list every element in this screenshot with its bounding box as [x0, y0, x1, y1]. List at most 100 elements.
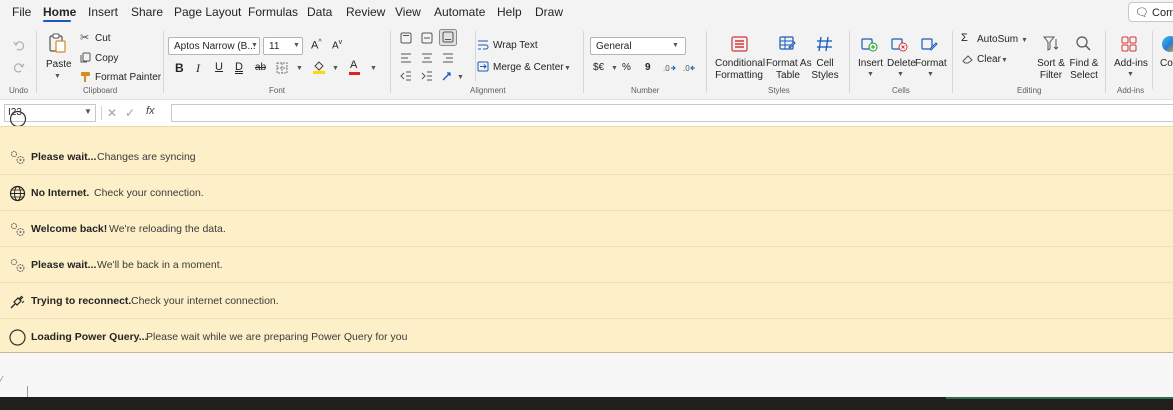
number-format-value: General: [596, 41, 632, 52]
font-color-icon[interactable]: A: [350, 59, 357, 71]
wrap-text-icon: [478, 40, 489, 50]
undo-group: Undo: [0, 25, 36, 100]
decrease-decimal-icon[interactable]: .0: [683, 62, 696, 73]
tab-data[interactable]: Data: [307, 5, 332, 19]
chevron-down-icon[interactable]: ▼: [332, 65, 339, 72]
format-cells-button[interactable]: Format: [915, 58, 947, 69]
format-as-table-button[interactable]: Format As Table: [766, 58, 812, 82]
delete-cells-button[interactable]: Delete: [887, 58, 916, 69]
tab-review[interactable]: Review: [346, 5, 385, 19]
increase-indent-icon[interactable]: [421, 71, 433, 81]
notification-title: Please wait...: [31, 259, 97, 271]
addins-button[interactable]: Add-ins: [1114, 58, 1148, 69]
conditional-formatting-icon: [731, 36, 748, 52]
chevron-down-icon[interactable]: ▼: [564, 65, 571, 72]
insert-function-icon[interactable]: fx: [146, 105, 155, 117]
sigma-icon: Σ: [961, 32, 968, 44]
copy-button[interactable]: Copy: [95, 53, 118, 64]
italic-button[interactable]: I: [196, 61, 200, 76]
chevron-down-icon[interactable]: ▼: [867, 71, 874, 78]
wrap-text-button[interactable]: Wrap Text: [493, 40, 538, 51]
spreadsheet-area[interactable]: [0, 353, 1173, 397]
increase-decimal-icon[interactable]: .0: [663, 62, 676, 73]
decrease-font-size-icon[interactable]: Av: [332, 39, 342, 51]
comments-button[interactable]: 🗨 Comments: [1128, 2, 1173, 22]
tab-automate[interactable]: Automate: [434, 5, 485, 19]
currency-button[interactable]: $€: [593, 62, 604, 73]
increase-font-size-icon[interactable]: A^: [311, 39, 322, 52]
clipboard-group: Paste ▼ ✂ Cut Copy Format Painter Clipbo…: [37, 25, 163, 100]
conditional-formatting-button[interactable]: Conditional Formatting: [715, 58, 765, 82]
percent-button[interactable]: %: [622, 62, 631, 73]
chevron-down-icon[interactable]: ▼: [370, 65, 377, 72]
formula-divider: [101, 106, 102, 120]
notification-row: Welcome back! We're reloading the data.: [0, 211, 1173, 247]
chevron-down-icon[interactable]: ▼: [296, 65, 303, 72]
strikethrough-button[interactable]: ab: [255, 62, 266, 73]
paste-icon[interactable]: [48, 33, 66, 53]
cut-button[interactable]: Cut: [95, 33, 111, 44]
fill-color-icon[interactable]: [312, 60, 326, 74]
tab-view[interactable]: View: [395, 5, 421, 19]
copilot-button[interactable]: Co: [1160, 58, 1173, 69]
borders-icon[interactable]: [276, 62, 288, 74]
underline-button[interactable]: U: [215, 61, 223, 73]
orientation-icon[interactable]: [441, 70, 453, 82]
chevron-down-icon[interactable]: ▼: [1021, 37, 1028, 44]
chevron-down-icon[interactable]: ▼: [1001, 57, 1008, 64]
redo-icon[interactable]: [13, 61, 25, 73]
clear-button[interactable]: Clear: [977, 54, 1001, 65]
chevron-down-icon[interactable]: ▼: [897, 71, 904, 78]
chevron-down-icon: ▼: [293, 42, 300, 49]
tab-home[interactable]: Home: [43, 5, 76, 19]
paste-dropdown-icon[interactable]: ▼: [54, 73, 61, 80]
tab-page-layout[interactable]: Page Layout: [174, 5, 241, 19]
align-top-icon[interactable]: [400, 32, 412, 44]
cell-styles-button[interactable]: Cell Styles: [808, 58, 842, 82]
sort-filter-button[interactable]: Sort & Filter: [1036, 58, 1066, 82]
font-group: Aptos Narrow (B... ▼ 11 ▼ A^ Av B I U D …: [164, 25, 390, 100]
chevron-down-icon: ▼: [672, 42, 679, 49]
copilot-icon[interactable]: [1162, 36, 1173, 52]
undo-icon[interactable]: [13, 39, 25, 51]
double-underline-button[interactable]: D: [235, 61, 243, 73]
chevron-down-icon[interactable]: ▼: [927, 71, 934, 78]
sort-filter-label-2: Filter: [1039, 70, 1063, 81]
paste-button[interactable]: Paste: [46, 59, 72, 70]
merge-center-button[interactable]: Merge & Center: [493, 62, 564, 73]
chevron-down-icon[interactable]: ▼: [611, 65, 618, 72]
chevron-down-icon[interactable]: ▼: [457, 74, 464, 81]
sort-filter-icon: [1042, 36, 1059, 51]
svg-text:.0: .0: [663, 64, 670, 73]
column-divider: [27, 386, 28, 397]
copy-icon: [80, 52, 91, 63]
notification-message: Please wait while we are preparing Power…: [146, 331, 408, 343]
tab-share[interactable]: Share: [131, 5, 163, 19]
tab-help[interactable]: Help: [497, 5, 522, 19]
autosum-button[interactable]: AutoSum: [977, 34, 1018, 45]
chevron-down-icon[interactable]: ▼: [84, 107, 92, 116]
comma-style-button[interactable]: 9: [645, 62, 651, 73]
tab-draw[interactable]: Draw: [535, 5, 563, 19]
bold-button[interactable]: B: [175, 61, 184, 75]
insert-cells-button[interactable]: Insert: [858, 58, 883, 69]
resize-handle-icon[interactable]: ∕: [1, 374, 3, 384]
svg-text:.0: .0: [683, 64, 690, 73]
font-color-swatch: [349, 72, 360, 75]
align-left-icon[interactable]: [400, 53, 412, 63]
tab-formulas[interactable]: Formulas: [248, 5, 298, 19]
find-select-button[interactable]: Find & Select: [1068, 58, 1100, 82]
formula-input[interactable]: [171, 104, 1173, 122]
font-name-dropdown[interactable]: Aptos Narrow (B...: [168, 37, 260, 55]
tab-insert[interactable]: Insert: [88, 5, 118, 19]
align-center-icon[interactable]: [421, 53, 433, 63]
align-bottom-icon[interactable]: [439, 29, 457, 46]
tab-file[interactable]: File: [12, 5, 31, 19]
format-painter-button[interactable]: Format Painter: [95, 72, 161, 83]
align-right-icon[interactable]: [442, 53, 454, 63]
cancel-icon[interactable]: ✕: [107, 106, 117, 120]
chevron-down-icon[interactable]: ▼: [1127, 71, 1134, 78]
decrease-indent-icon[interactable]: [400, 71, 412, 81]
enter-icon[interactable]: ✓: [125, 106, 135, 120]
align-middle-icon[interactable]: [421, 32, 433, 44]
